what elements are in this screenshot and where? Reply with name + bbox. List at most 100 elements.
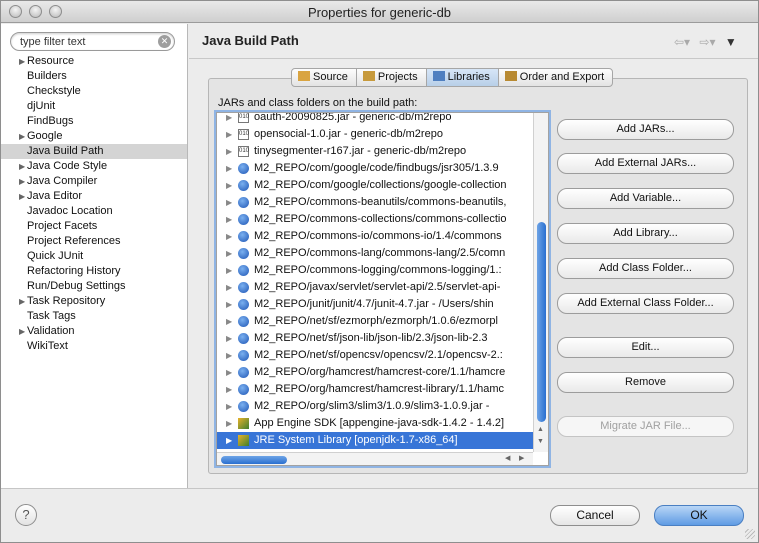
scroll-right-icon[interactable]: ▶ [519, 454, 524, 462]
expand-arrow-icon[interactable]: ▶ [226, 262, 232, 279]
filter-field[interactable]: ✕ [10, 32, 175, 51]
add-jars-button[interactable]: Add JARs... [557, 119, 734, 140]
tree-item[interactable]: ▶ Java Compiler [1, 174, 187, 189]
expand-arrow-icon[interactable]: ▶ [19, 324, 25, 339]
expand-arrow-icon[interactable]: ▶ [226, 194, 232, 211]
library-row[interactable]: ▶ M2_REPO/com/google/code/findbugs/jsr305… [217, 160, 533, 177]
tab-order-and-export[interactable]: Order and Export [497, 68, 614, 87]
expand-arrow-icon[interactable]: ▶ [19, 174, 25, 189]
tree-item[interactable]: ▶ Task Repository [1, 294, 187, 309]
library-row[interactable]: ▶ M2_REPO/org/slim3/slim3/1.0.9/slim3-1.0… [217, 398, 533, 415]
expand-arrow-icon[interactable]: ▶ [226, 113, 232, 126]
expand-arrow-icon[interactable]: ▶ [19, 129, 25, 144]
add-library-button[interactable]: Add Library... [557, 223, 734, 244]
tree-item[interactable]: FindBugs [1, 114, 187, 129]
add-class-folder-button[interactable]: Add Class Folder... [557, 258, 734, 279]
tree-item[interactable]: WikiText [1, 339, 187, 354]
add-variable-button[interactable]: Add Variable... [557, 188, 734, 209]
tree-item[interactable]: Refactoring History [1, 264, 187, 279]
expand-arrow-icon[interactable]: ▶ [226, 347, 232, 364]
expand-arrow-icon[interactable]: ▶ [226, 296, 232, 313]
library-row[interactable]: ▶ M2_REPO/junit/junit/4.7/junit-4.7.jar -… [217, 296, 533, 313]
expand-arrow-icon[interactable]: ▶ [19, 294, 25, 309]
expand-arrow-icon[interactable]: ▶ [226, 211, 232, 228]
tree-item[interactable]: Run/Debug Settings [1, 279, 187, 294]
tab-libraries[interactable]: Libraries [425, 68, 499, 87]
cancel-button[interactable]: Cancel [550, 505, 640, 526]
tree-item[interactable]: Task Tags [1, 309, 187, 324]
tree-item[interactable]: ▶ Validation [1, 324, 187, 339]
library-row[interactable]: ▶ 010 oauth-20090825.jar - generic-db/m2re… [217, 113, 533, 126]
add-external-class-folder-button[interactable]: Add External Class Folder... [557, 293, 734, 314]
expand-arrow-icon[interactable]: ▶ [19, 159, 25, 174]
tree-item[interactable]: Checkstyle [1, 84, 187, 99]
library-row[interactable]: ▶ M2_REPO/commons-collections/commons-col… [217, 211, 533, 228]
expand-arrow-icon[interactable]: ▶ [226, 381, 232, 398]
library-row[interactable]: ▶ JRE System Library [openjdk-1.7-x86_64] [217, 432, 533, 449]
library-row[interactable]: ▶ M2_REPO/commons-beanutils/commons-beanu… [217, 194, 533, 211]
expand-arrow-icon[interactable]: ▶ [226, 177, 232, 194]
tree-item[interactable]: Java Build Path [1, 144, 187, 159]
expand-arrow-icon[interactable]: ▶ [226, 330, 232, 347]
filter-input[interactable] [20, 35, 155, 49]
tree-item[interactable]: ▶ Java Editor [1, 189, 187, 204]
tab-projects[interactable]: Projects [355, 68, 427, 87]
tab-source[interactable]: Source [291, 68, 357, 87]
libraries-list[interactable]: ▶ 010 oauth-20090825.jar - generic-db/m2re… [216, 112, 549, 466]
tree-item[interactable]: ▶ Resource [1, 54, 187, 69]
library-row[interactable]: ▶ App Engine SDK [appengine-java-sdk-1.4.… [217, 415, 533, 432]
horizontal-scroll-thumb[interactable] [221, 456, 287, 464]
library-row[interactable]: ▶ M2_REPO/net/sf/json-lib/json-lib/2.3/js… [217, 330, 533, 347]
tree-item[interactable]: Javadoc Location [1, 204, 187, 219]
expand-arrow-icon[interactable]: ▶ [226, 160, 232, 177]
tree-item[interactable]: Project Facets [1, 219, 187, 234]
expand-arrow-icon[interactable]: ▶ [226, 432, 232, 449]
library-row[interactable]: ▶ 010 tinysegmenter-r167.jar - generic-db/… [217, 143, 533, 160]
expand-arrow-icon[interactable]: ▶ [226, 228, 232, 245]
view-menu-icon[interactable]: ▼ [725, 35, 737, 49]
library-row[interactable]: ▶ 010 opensocial-1.0.jar - generic-db/m2re… [217, 126, 533, 143]
clear-filter-icon[interactable]: ✕ [158, 35, 171, 48]
library-row[interactable]: ▶ M2_REPO/commons-lang/commons-lang/2.5/c… [217, 245, 533, 262]
scroll-down-icon[interactable]: ▼ [537, 438, 544, 445]
add-external-jars-button[interactable]: Add External JARs... [557, 153, 734, 174]
horizontal-scrollbar[interactable]: ◀ ▶ [217, 452, 533, 465]
tree-item[interactable]: Builders [1, 69, 187, 84]
expand-arrow-icon[interactable]: ▶ [226, 398, 232, 415]
vertical-scrollbar[interactable]: ▲ ▼ [533, 113, 548, 452]
edit-button[interactable]: Edit... [557, 337, 734, 358]
library-row[interactable]: ▶ M2_REPO/net/sf/opencsv/opencsv/2.1/open… [217, 347, 533, 364]
vertical-scroll-thumb[interactable] [537, 222, 546, 422]
expand-arrow-icon[interactable]: ▶ [226, 245, 232, 262]
resize-grip[interactable] [745, 529, 755, 539]
tree-item[interactable]: djUnit [1, 99, 187, 114]
tree-item-label: Task Repository [27, 295, 106, 307]
help-button[interactable]: ? [15, 504, 37, 526]
library-row[interactable]: ▶ M2_REPO/commons-logging/commons-logging… [217, 262, 533, 279]
library-row[interactable]: ▶ M2_REPO/net/sf/ezmorph/ezmorph/1.0.6/ez… [217, 313, 533, 330]
remove-button[interactable]: Remove [557, 372, 734, 393]
forward-arrow-icon[interactable]: ⇨▾ [699, 35, 715, 49]
scroll-left-icon[interactable]: ◀ [505, 454, 510, 462]
expand-arrow-icon[interactable]: ▶ [19, 189, 25, 204]
migrate-jar-button[interactable]: Migrate JAR File... [557, 416, 734, 437]
expand-arrow-icon[interactable]: ▶ [226, 415, 232, 432]
expand-arrow-icon[interactable]: ▶ [19, 54, 25, 69]
library-row[interactable]: ▶ M2_REPO/org/hamcrest/hamcrest-core/1.1/… [217, 364, 533, 381]
back-arrow-icon[interactable]: ⇦▾ [674, 35, 690, 49]
library-row[interactable]: ▶ M2_REPO/commons-io/commons-io/1.4/commo… [217, 228, 533, 245]
library-row[interactable]: ▶ M2_REPO/com/google/collections/google-c… [217, 177, 533, 194]
ok-button[interactable]: OK [654, 505, 744, 526]
tree-item[interactable]: Quick JUnit [1, 249, 187, 264]
tree-item[interactable]: ▶ Java Code Style [1, 159, 187, 174]
library-row[interactable]: ▶ M2_REPO/javax/servlet/servlet-api/2.5/s… [217, 279, 533, 296]
library-row[interactable]: ▶ M2_REPO/org/hamcrest/hamcrest-library/1… [217, 381, 533, 398]
tree-item[interactable]: ▶ Google [1, 129, 187, 144]
expand-arrow-icon[interactable]: ▶ [226, 313, 232, 330]
expand-arrow-icon[interactable]: ▶ [226, 143, 232, 160]
expand-arrow-icon[interactable]: ▶ [226, 364, 232, 381]
scroll-up-icon[interactable]: ▲ [537, 426, 544, 433]
expand-arrow-icon[interactable]: ▶ [226, 279, 232, 296]
expand-arrow-icon[interactable]: ▶ [226, 126, 232, 143]
tree-item[interactable]: Project References [1, 234, 187, 249]
